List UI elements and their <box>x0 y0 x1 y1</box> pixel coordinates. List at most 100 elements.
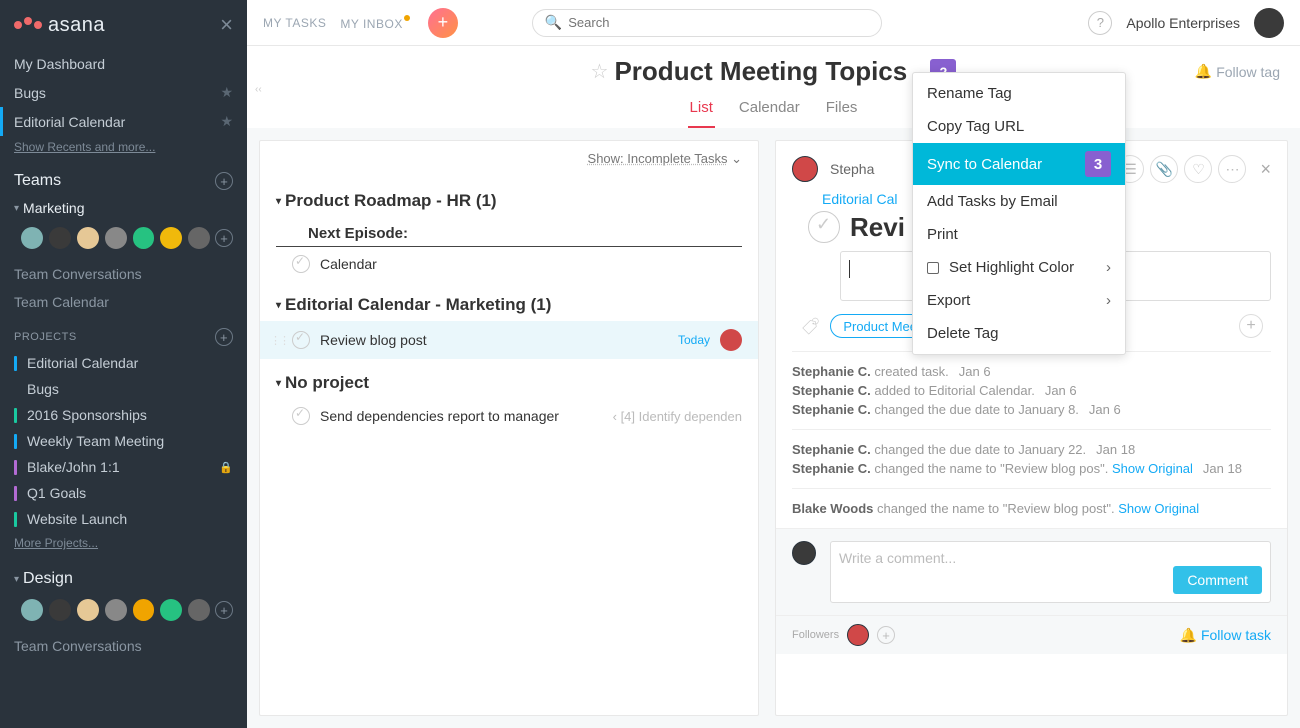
comment-composer: Write a comment... Comment <box>776 528 1287 615</box>
project-sponsorships[interactable]: 2016 Sponsorships <box>0 402 247 428</box>
section-no-project[interactable]: ▾No project <box>260 359 758 399</box>
complete-checkbox[interactable] <box>292 407 310 425</box>
dd-highlight-color[interactable]: Set Highlight Color › <box>913 251 1125 284</box>
more-projects-link[interactable]: More Projects... <box>0 532 247 554</box>
follow-task-button[interactable]: 🔔 Follow task <box>1180 627 1271 644</box>
add-tag-button[interactable]: + <box>1239 314 1263 338</box>
add-team-button[interactable]: + <box>215 172 233 190</box>
add-member-button[interactable]: + <box>215 601 233 619</box>
drag-handle-icon[interactable]: ⋮⋮ <box>270 334 282 347</box>
tab-calendar[interactable]: Calendar <box>737 95 802 128</box>
subsection-next-episode[interactable]: Next Episode: <box>276 217 742 247</box>
team-calendar[interactable]: Team Calendar <box>0 288 247 316</box>
avatar[interactable] <box>76 598 100 622</box>
attachment-icon[interactable]: 📎 <box>1150 155 1178 183</box>
add-member-button[interactable]: + <box>215 229 233 247</box>
my-inbox-link[interactable]: MY INBOX <box>340 15 409 31</box>
task-list-panel: Show: Incomplete Tasks ⌄ ▾Product Roadma… <box>259 140 759 716</box>
dd-add-by-email[interactable]: Add Tasks by Email <box>913 185 1125 218</box>
comment-button[interactable]: Comment <box>1173 566 1262 594</box>
avatar[interactable] <box>104 598 128 622</box>
star-icon[interactable]: ★ <box>220 84 233 101</box>
task-subtask-hint: ‹ [4] Identify dependen <box>613 409 742 424</box>
close-detail-icon[interactable]: × <box>1260 159 1271 180</box>
recent-editorial[interactable]: Editorial Calendar ★ <box>0 107 247 136</box>
avatar[interactable] <box>159 226 183 250</box>
avatar[interactable] <box>76 226 100 250</box>
task-filter[interactable]: Show: Incomplete Tasks ⌄ <box>260 141 758 177</box>
follower-avatar[interactable] <box>847 624 869 646</box>
recent-bugs[interactable]: Bugs ★ <box>0 78 247 107</box>
org-name[interactable]: Apollo Enterprises <box>1126 15 1240 31</box>
dd-print[interactable]: Print <box>913 218 1125 251</box>
dd-rename-tag[interactable]: Rename Tag <box>913 77 1125 110</box>
task-title[interactable]: Revi <box>850 212 905 243</box>
complete-task-checkbox[interactable] <box>808 211 840 243</box>
task-calendar[interactable]: Calendar <box>260 247 758 281</box>
close-sidebar-icon[interactable]: × <box>220 12 233 38</box>
my-dashboard-link[interactable]: My Dashboard <box>0 50 247 78</box>
avatar[interactable] <box>132 226 156 250</box>
team2-conversations[interactable]: Team Conversations <box>0 632 247 660</box>
complete-checkbox[interactable] <box>292 255 310 273</box>
dd-sync-calendar[interactable]: Sync to Calendar 3 <box>913 143 1125 185</box>
favorite-star-icon[interactable]: ☆ <box>591 59 609 84</box>
project-blake-john[interactable]: Blake/John 1:1🔒 <box>0 454 247 480</box>
avatar[interactable] <box>187 226 211 250</box>
avatar[interactable] <box>48 226 72 250</box>
assignee-avatar[interactable] <box>792 156 818 182</box>
task-review-blog[interactable]: ⋮⋮ Review blog post Today <box>260 321 758 359</box>
project-editorial-calendar[interactable]: Editorial Calendar <box>0 350 247 376</box>
team-design[interactable]: ▾ Design <box>0 566 247 592</box>
show-original-link[interactable]: Show Original <box>1112 461 1193 476</box>
avatar[interactable] <box>159 598 183 622</box>
tag-icon: 🏷 <box>800 316 820 336</box>
avatar[interactable] <box>20 226 44 250</box>
dd-copy-url[interactable]: Copy Tag URL <box>913 110 1125 143</box>
projects-header: PROJECTS + <box>0 316 247 350</box>
project-weekly-meeting[interactable]: Weekly Team Meeting <box>0 428 247 454</box>
follow-tag-button[interactable]: 🔔 Follow tag <box>1195 63 1280 80</box>
dd-delete-tag[interactable]: Delete Tag <box>913 317 1125 350</box>
avatar[interactable] <box>132 598 156 622</box>
more-actions-icon[interactable]: ⋯ <box>1218 155 1246 183</box>
avatar[interactable] <box>187 598 211 622</box>
team-marketing[interactable]: ▾ Marketing <box>0 196 247 220</box>
due-date: Today <box>678 333 710 347</box>
show-recents-link[interactable]: Show Recents and more... <box>0 136 247 158</box>
page-header: ‹‹ ☆ Product Meeting Topics ⌄ 2 🔔 Follow… <box>247 46 1300 128</box>
search-box[interactable]: 🔍 <box>532 9 882 37</box>
avatar[interactable] <box>48 598 72 622</box>
search-input[interactable] <box>568 15 869 30</box>
add-project-button[interactable]: + <box>215 328 233 346</box>
project-q1-goals[interactable]: Q1 Goals <box>0 480 247 506</box>
bell-icon: 🔔 <box>1195 63 1212 80</box>
user-avatar[interactable] <box>1254 8 1284 38</box>
tab-files[interactable]: Files <box>824 95 860 128</box>
complete-checkbox[interactable] <box>292 331 310 349</box>
callout-badge-3: 3 <box>1085 151 1111 177</box>
section-editorial[interactable]: ▾Editorial Calendar - Marketing (1) <box>260 281 758 321</box>
task-dependencies[interactable]: Send dependencies report to manager ‹ [4… <box>260 399 758 433</box>
my-tasks-link[interactable]: MY TASKS <box>263 16 326 30</box>
comment-input[interactable]: Write a comment... Comment <box>830 541 1271 603</box>
collapse-icon: ▾ <box>276 196 281 207</box>
team2-avatars: + <box>0 592 247 632</box>
help-button[interactable]: ? <box>1088 11 1112 35</box>
add-follower-button[interactable]: + <box>877 626 895 644</box>
section-roadmap[interactable]: ▾Product Roadmap - HR (1) <box>260 177 758 217</box>
avatar[interactable] <box>104 226 128 250</box>
avatar[interactable] <box>20 598 44 622</box>
assignee-avatar[interactable] <box>720 329 742 351</box>
like-icon[interactable]: ♡ <box>1184 155 1212 183</box>
project-website-launch[interactable]: Website Launch <box>0 506 247 532</box>
tab-list[interactable]: List <box>688 95 715 128</box>
quick-add-button[interactable]: + <box>428 8 458 38</box>
search-icon: 🔍 <box>545 14 562 31</box>
show-original-link[interactable]: Show Original <box>1118 501 1199 516</box>
tag-actions-dropdown: Rename Tag Copy Tag URL Sync to Calendar… <box>912 72 1126 355</box>
project-bugs[interactable]: Bugs <box>0 376 247 402</box>
dd-export[interactable]: Export › <box>913 284 1125 317</box>
team-conversations[interactable]: Team Conversations <box>0 260 247 288</box>
star-icon[interactable]: ★ <box>220 113 233 130</box>
